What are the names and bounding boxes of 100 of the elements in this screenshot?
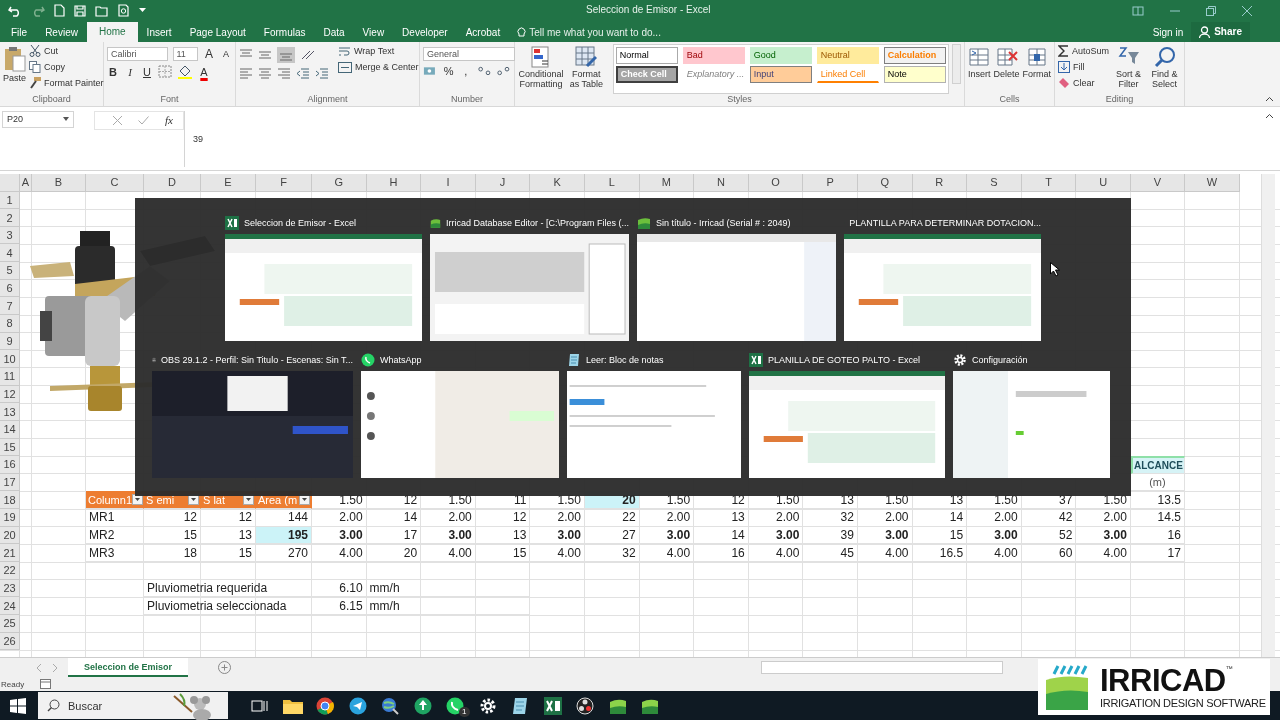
share-button[interactable]: Share xyxy=(1191,21,1250,42)
browser-icon[interactable] xyxy=(316,696,335,715)
column-header[interactable]: O xyxy=(748,173,804,192)
conditional-formatting-button[interactable]: Conditional Formatting xyxy=(518,43,564,94)
fill-button[interactable]: Fill xyxy=(1058,59,1110,75)
chat-icon[interactable] xyxy=(446,696,465,715)
number-format-dropdown[interactable]: General xyxy=(423,46,515,61)
paste-button[interactable]: Paste xyxy=(3,43,26,94)
column-header[interactable]: L xyxy=(584,173,640,192)
row-header[interactable]: 22 xyxy=(0,562,20,580)
merge-center-button[interactable]: Merge & Center xyxy=(338,59,419,75)
column-header[interactable]: B xyxy=(32,173,86,192)
column-header[interactable]: H xyxy=(366,173,422,192)
sheet-tab[interactable]: Seleccion de Emisor xyxy=(68,658,189,678)
ribbon-display-icon[interactable] xyxy=(1132,5,1144,16)
gallery-scrollbar[interactable] xyxy=(951,43,961,84)
currency-icon[interactable] xyxy=(423,64,438,77)
check-icon[interactable] xyxy=(138,115,149,125)
row-header[interactable]: 8 xyxy=(0,315,20,333)
column-header[interactable]: N xyxy=(694,173,749,192)
task-view-icon[interactable] xyxy=(251,697,270,714)
name-box[interactable]: P20 xyxy=(2,110,74,128)
row-header[interactable]: 4 xyxy=(0,244,20,263)
column-header[interactable]: A xyxy=(20,173,32,192)
cell-style-option[interactable]: Neutral xyxy=(816,46,879,64)
ribbon-tab[interactable]: Acrobat xyxy=(456,23,510,42)
wrap-text-button[interactable]: Wrap Text xyxy=(338,43,419,59)
font-color-button[interactable]: A xyxy=(198,65,210,78)
column-header[interactable]: R xyxy=(912,173,968,192)
ribbon-tab[interactable]: Formulas xyxy=(254,23,315,42)
row-header[interactable]: 5 xyxy=(0,262,20,280)
redo-icon[interactable] xyxy=(31,4,45,17)
caret-icon[interactable] xyxy=(139,8,146,14)
column-header[interactable]: K xyxy=(530,173,585,192)
ribbon-tab[interactable]: Developer xyxy=(393,23,457,42)
ribbon-tab[interactable]: Page Layout xyxy=(180,23,255,42)
ribbon-tab[interactable]: File xyxy=(2,23,37,42)
folder-icon[interactable] xyxy=(282,697,303,714)
row-header[interactable]: 18 xyxy=(0,491,20,510)
percent-button[interactable]: % xyxy=(442,64,455,77)
cell-style-option[interactable]: Input xyxy=(749,65,812,83)
row-header[interactable]: 16 xyxy=(0,456,20,474)
print-preview-icon[interactable] xyxy=(118,4,130,18)
excel-icon[interactable] xyxy=(543,696,562,715)
paper-plane-icon[interactable] xyxy=(348,696,367,715)
sort-filter-button[interactable]: Sort & Filter xyxy=(1112,43,1145,94)
column-header[interactable]: G xyxy=(312,173,367,192)
column-header[interactable]: T xyxy=(1021,173,1077,192)
settings-icon[interactable] xyxy=(478,696,497,715)
column-header[interactable]: I xyxy=(421,173,476,192)
window-preview[interactable] xyxy=(152,370,353,478)
ribbon-tab[interactable]: Data xyxy=(314,23,354,42)
italic-button[interactable]: I xyxy=(124,65,136,78)
close-icon[interactable] xyxy=(1242,5,1252,16)
collapse-formula-icon[interactable] xyxy=(1265,112,1274,119)
find-select-button[interactable]: Find & Select xyxy=(1148,43,1181,94)
delete-button[interactable]: Delete xyxy=(993,43,1020,94)
copy-button[interactable]: Copy xyxy=(29,59,104,75)
row-header[interactable]: 19 xyxy=(0,509,20,527)
new-file-icon[interactable] xyxy=(54,4,65,18)
column-header[interactable]: M xyxy=(639,173,695,192)
search-field[interactable]: Buscar xyxy=(38,692,228,719)
ribbon-tab[interactable]: Review xyxy=(36,23,87,42)
column-header[interactable]: S xyxy=(967,173,1022,192)
underline-button[interactable]: U xyxy=(141,65,153,78)
horizontal-scrollbar[interactable] xyxy=(761,661,1004,675)
notepad-icon[interactable] xyxy=(511,696,530,715)
insert-function-button[interactable]: fx xyxy=(165,114,173,127)
column-header[interactable]: V xyxy=(1130,173,1185,192)
fill-color-icon[interactable] xyxy=(177,64,193,79)
cell-style-option[interactable]: Note xyxy=(883,65,946,83)
collapse-ribbon-icon[interactable] xyxy=(1265,95,1274,102)
cancel-icon[interactable] xyxy=(113,115,122,125)
cell-style-option[interactable]: Bad xyxy=(682,46,745,64)
column-header[interactable]: Q xyxy=(857,173,913,192)
globe-icon[interactable] xyxy=(381,696,400,715)
upload-icon[interactable] xyxy=(413,696,432,715)
windows-start-icon[interactable] xyxy=(10,697,26,714)
grow-font-button[interactable]: A xyxy=(203,46,215,61)
bottom-align-icon[interactable] xyxy=(277,46,295,63)
sign-in-link[interactable]: Sign in xyxy=(1152,23,1184,42)
column-header[interactable]: P xyxy=(803,173,858,192)
row-header[interactable]: 7 xyxy=(0,297,20,316)
font-size-dropdown[interactable]: 11 xyxy=(172,46,198,61)
macro-record-icon[interactable] xyxy=(40,679,52,689)
insert-button[interactable]: Insert xyxy=(968,43,991,94)
column-header[interactable]: W xyxy=(1184,173,1240,192)
column-header[interactable]: E xyxy=(201,173,256,192)
bold-button[interactable]: B xyxy=(107,65,119,78)
decrease-indent-icon[interactable] xyxy=(296,66,310,79)
row-header[interactable]: 13 xyxy=(0,403,20,421)
column-header[interactable]: U xyxy=(1076,173,1131,192)
cell-style-option[interactable]: Explanatory ... xyxy=(682,65,745,83)
undo-icon[interactable] xyxy=(8,4,22,17)
ribbon-tab[interactable]: Insert xyxy=(137,23,181,42)
cell-style-option[interactable]: Normal xyxy=(615,46,678,64)
format-button[interactable]: Format xyxy=(1022,43,1052,94)
format-painter-button[interactable]: Format Painter xyxy=(29,75,104,91)
ribbon-tab[interactable]: View xyxy=(353,23,394,42)
column-header[interactable]: D xyxy=(144,173,201,192)
